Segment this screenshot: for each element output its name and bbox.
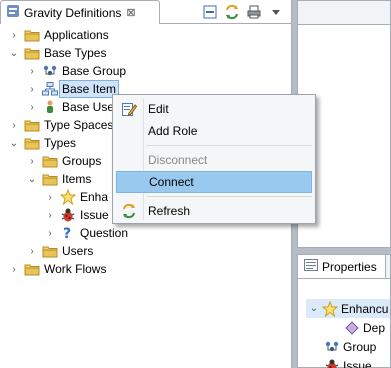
question-icon: ? — [60, 225, 76, 241]
property-label: Group — [343, 339, 377, 354]
tree-item-label: Issue — [80, 208, 109, 222]
tree-item-label: Base Group — [62, 64, 127, 78]
chevron-right-icon[interactable]: › — [8, 30, 20, 41]
tab-properties[interactable]: Properties — [298, 255, 386, 279]
folder-icon — [42, 171, 58, 187]
property-row[interactable]: ⌄ Enhancu — [306, 299, 390, 318]
folder-icon — [24, 261, 40, 277]
tree-item[interactable]: ›? Question — [0, 224, 292, 242]
property-label: Dep — [363, 320, 386, 335]
view-menu-icon[interactable] — [267, 3, 285, 21]
star-icon — [322, 300, 338, 317]
property-row[interactable]: Dep — [306, 318, 390, 337]
close-icon[interactable]: ⊠ — [126, 6, 135, 19]
menu-item-label: Disconnect — [148, 153, 208, 167]
menu-item-label: Refresh — [148, 204, 191, 218]
properties-tree: ⌄ Enhancu Dep Group Issue — [306, 299, 390, 368]
tree-item-label: Base Use — [62, 100, 115, 114]
menu-item-label: Connect — [149, 175, 194, 189]
chevron-down-icon[interactable]: ⌄ — [8, 138, 20, 149]
menu-item-connect[interactable]: Connect — [116, 171, 312, 193]
sync-icon[interactable] — [223, 3, 241, 21]
tree-item-label: Groups — [62, 154, 102, 168]
tree-item-label: Users — [62, 244, 94, 258]
properties-icon — [304, 259, 318, 274]
user-icon — [42, 99, 58, 115]
chevron-right-icon[interactable]: › — [26, 156, 38, 167]
svg-text:?: ? — [63, 226, 71, 241]
edit-icon — [116, 101, 142, 117]
folder-icon — [24, 27, 40, 43]
tree-item-label: Types — [44, 136, 77, 150]
menu-item-label: Add Role — [148, 124, 198, 138]
chevron-right-icon[interactable]: › — [8, 264, 20, 275]
print-icon[interactable] — [245, 3, 263, 21]
folder-icon — [24, 135, 40, 151]
tree-item[interactable]: ⌄ Base Types — [0, 44, 292, 62]
properties-tab-label: Properties — [322, 259, 377, 274]
tree-item[interactable]: › Work Flows — [0, 260, 292, 278]
property-row[interactable]: Issue — [306, 356, 390, 368]
bug-icon — [324, 358, 340, 368]
chevron-right-icon[interactable]: › — [44, 192, 56, 203]
gravity-view-icon — [6, 4, 20, 21]
editor-tab-strip — [298, 1, 390, 25]
tree-item-label: Type Spaces — [44, 118, 114, 132]
chevron-down-icon[interactable]: ⌄ — [8, 48, 20, 59]
chevron-right-icon[interactable]: › — [8, 120, 20, 131]
property-label: Enhancu — [341, 301, 389, 316]
view-toolbar — [160, 0, 291, 24]
chevron-right-icon[interactable]: › — [44, 228, 56, 239]
tree-item[interactable]: › Base Group — [0, 62, 292, 80]
tree-item-label: Base Item — [59, 80, 120, 98]
context-menu: Edit Add Role Disconnect Connect Refresh — [112, 94, 316, 224]
properties-view: Properties ⌄ Enhancu Dep Group Issue — [297, 254, 391, 368]
menu-separator — [147, 196, 312, 197]
bug-icon — [60, 207, 76, 223]
diamond-icon — [344, 320, 360, 336]
chevron-right-icon[interactable]: › — [26, 84, 38, 95]
group-icon — [42, 63, 58, 79]
menu-item-add-role[interactable]: Add Role — [116, 120, 312, 142]
menu-item-disconnect: Disconnect — [116, 149, 312, 171]
chevron-right-icon[interactable]: › — [26, 246, 38, 257]
tree-item-label: Question — [80, 226, 129, 240]
refresh-icon — [116, 203, 142, 219]
tree-item-label: Base Types — [44, 46, 107, 60]
tree-item-label: Enha — [80, 190, 109, 204]
menu-item-refresh[interactable]: Refresh — [116, 200, 312, 222]
chevron-right-icon[interactable]: › — [26, 66, 38, 77]
folder-icon — [24, 45, 40, 61]
tree-item-label: Applications — [44, 28, 109, 42]
group-icon — [324, 339, 340, 355]
properties-tab-strip — [386, 255, 390, 279]
property-row[interactable]: Group — [306, 337, 390, 356]
tree-item-label: Items — [62, 172, 92, 186]
view-tab-gravity-definitions[interactable]: Gravity Definitions ⊠ — [0, 0, 160, 24]
folder-icon — [24, 117, 40, 133]
menu-separator — [147, 145, 312, 146]
folder-icon — [42, 243, 58, 259]
tree-item[interactable]: › Users — [0, 242, 292, 260]
folder-icon — [42, 153, 58, 169]
tree-item-label: Work Flows — [44, 262, 107, 276]
chevron-right-icon[interactable]: › — [44, 210, 56, 221]
chevron-right-icon[interactable]: › — [26, 102, 38, 113]
property-label: Issue — [343, 358, 372, 368]
tree-item[interactable]: › Applications — [0, 26, 292, 44]
menu-item-edit[interactable]: Edit — [116, 98, 312, 120]
star-icon — [60, 189, 76, 205]
view-title: Gravity Definitions — [24, 5, 122, 20]
menu-item-label: Edit — [148, 102, 169, 116]
collapse-all-icon[interactable] — [201, 3, 219, 21]
chevron-down-icon[interactable]: ⌄ — [26, 174, 38, 185]
item-icon — [42, 81, 58, 97]
chevron-down-icon[interactable]: ⌄ — [308, 303, 320, 314]
